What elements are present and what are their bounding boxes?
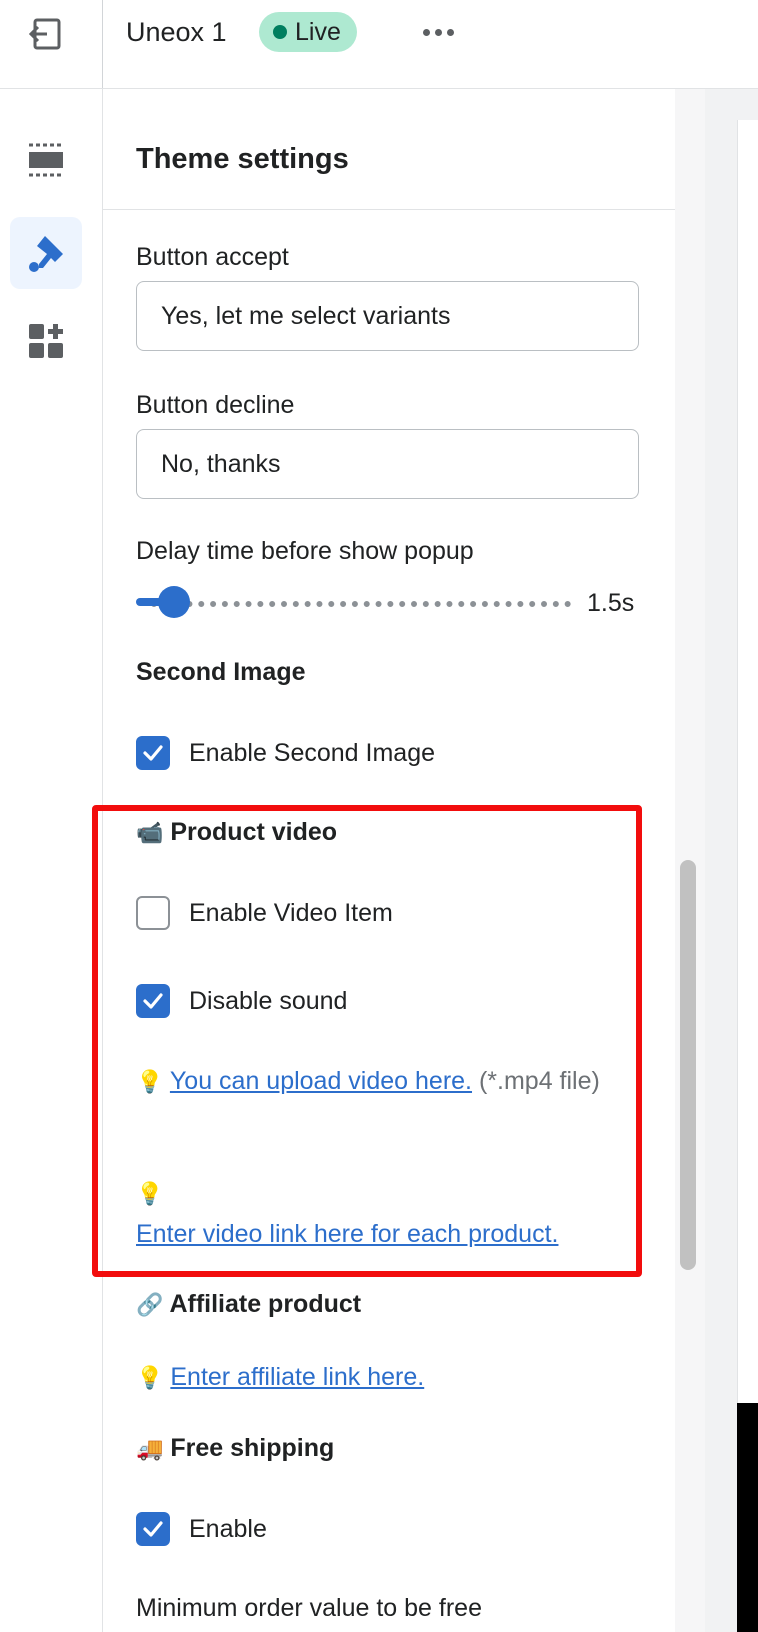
free-shipping-heading: 🚚 Free shipping xyxy=(136,1432,334,1465)
delay-slider-thumb[interactable] xyxy=(158,586,190,618)
app-blocks-icon xyxy=(29,324,63,358)
status-badge: Live xyxy=(259,12,357,52)
delay-slider-track[interactable] xyxy=(151,601,571,607)
status-badge-label: Live xyxy=(295,17,341,46)
exit-button[interactable] xyxy=(22,12,70,56)
free-shipping-enable-checkbox[interactable] xyxy=(136,1512,170,1546)
enable-second-image-checkbox[interactable] xyxy=(136,736,170,770)
truck-icon: 🚚 xyxy=(136,1436,164,1461)
button-decline-input[interactable] xyxy=(136,429,639,499)
affiliate-help: 💡 Enter affiliate link here. xyxy=(136,1357,616,1398)
top-bar: Uneox 1 Live xyxy=(0,0,758,89)
affiliate-link[interactable]: Enter affiliate link here. xyxy=(170,1363,424,1391)
preview-dark-block xyxy=(737,1403,758,1632)
more-horizontal-icon xyxy=(422,28,430,36)
delay-label: Delay time before show popup xyxy=(136,537,474,565)
topbar-divider xyxy=(102,0,103,88)
button-accept-label: Button accept xyxy=(136,243,289,271)
highlight-box xyxy=(92,805,642,1277)
panel-header: Theme settings xyxy=(103,89,675,210)
rail-theme-settings-button[interactable] xyxy=(10,217,82,289)
exit-icon xyxy=(29,18,61,50)
free-shipping-enable-row[interactable]: Enable xyxy=(136,1509,267,1549)
more-actions-button[interactable] xyxy=(410,12,466,52)
live-dot-icon xyxy=(273,25,287,39)
affiliate-heading: 🔗 Affiliate product xyxy=(136,1288,361,1321)
delay-value: 1.5s xyxy=(587,589,635,617)
check-icon xyxy=(143,1521,163,1537)
enable-second-image-label: Enable Second Image xyxy=(189,738,436,767)
theme-name: Uneox 1 xyxy=(126,17,227,47)
lightbulb-icon: 💡 xyxy=(136,1365,164,1390)
left-rail xyxy=(0,89,103,1632)
free-shipping-heading-text: Free shipping xyxy=(170,1434,335,1462)
link-icon: 🔗 xyxy=(136,1292,164,1317)
free-shipping-enable-label: Enable xyxy=(189,1514,267,1543)
enable-second-image-row[interactable]: Enable Second Image xyxy=(136,733,435,773)
button-accept-input[interactable] xyxy=(136,281,639,351)
scrollbar-thumb[interactable] xyxy=(680,860,696,1270)
affiliate-heading-text: Affiliate product xyxy=(169,1290,362,1318)
button-decline-label: Button decline xyxy=(136,391,295,419)
rail-app-blocks-button[interactable] xyxy=(10,305,82,377)
second-image-heading: Second Image xyxy=(136,658,306,686)
min-order-label: Minimum order value to be free xyxy=(136,1594,482,1622)
rail-sections-button[interactable] xyxy=(10,124,82,196)
check-icon xyxy=(143,745,163,761)
theme-settings-brush-icon xyxy=(29,236,63,272)
sections-icon xyxy=(29,143,63,177)
page-title: Theme settings xyxy=(136,143,349,175)
